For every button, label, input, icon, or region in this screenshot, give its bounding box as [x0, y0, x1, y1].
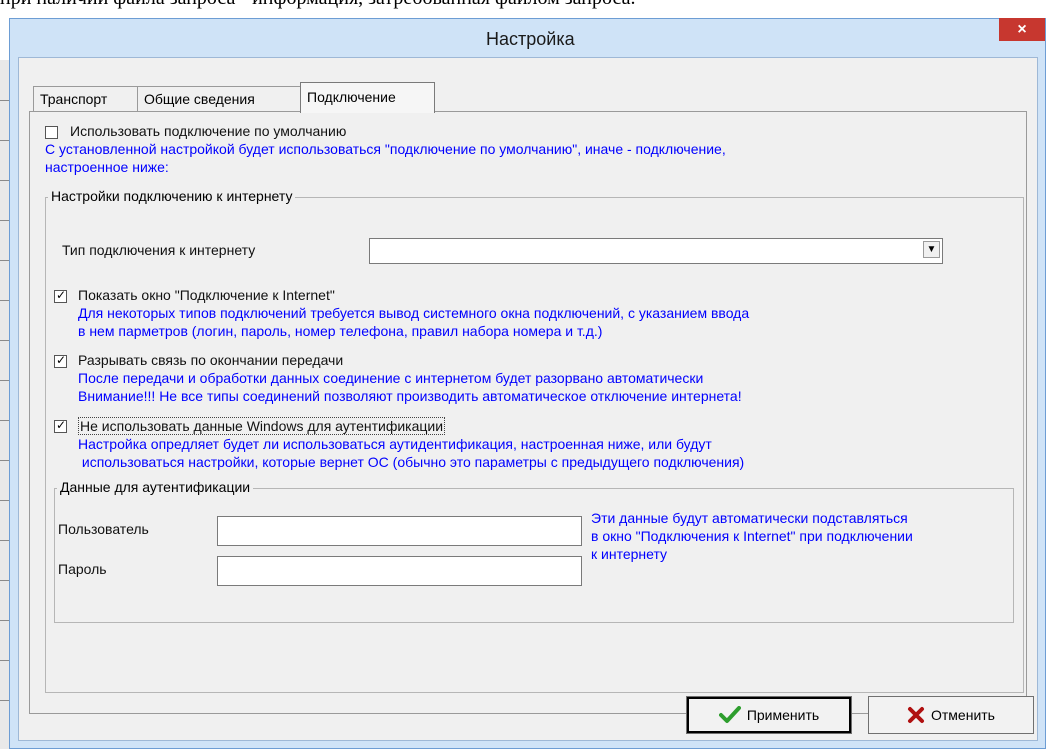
close-icon: × — [1017, 20, 1027, 38]
default-connection-hint-2: настроенное ниже: — [45, 159, 169, 175]
tab-connection-label: Подключение — [307, 89, 396, 105]
dialog-title: Настройка — [486, 29, 575, 49]
connection-type-select[interactable]: ▼ — [369, 238, 943, 264]
password-input[interactable] — [217, 556, 582, 586]
show-connection-window-hint-2: в нем парметров (логин, пароль, номер те… — [78, 323, 603, 339]
chevron-down-icon[interactable]: ▼ — [923, 241, 940, 258]
background-document-text: при наличии файла запроса - информация, … — [0, 0, 636, 10]
no-windows-auth-hint-1: Настройка опредляет будет ли использоват… — [78, 436, 712, 452]
internet-settings-group-title: Настройки подключению к интернету — [48, 188, 296, 204]
show-connection-window-checkbox[interactable]: ✓ — [54, 288, 67, 303]
disconnect-after-transfer-hint-1: После передачи и обработки данных соедин… — [78, 370, 704, 386]
user-input[interactable] — [217, 516, 582, 546]
checkmark-icon: ✓ — [56, 418, 67, 432]
cancel-button-label: Отменить — [931, 707, 995, 723]
no-windows-auth-label: Не использовать данные Windows для аутен… — [78, 417, 446, 435]
disconnect-after-transfer-hint-2: Внимание!!! Не все типы соединений позво… — [78, 388, 742, 404]
tab-page-connection: Использовать подключение по умолчанию С … — [29, 111, 1027, 714]
no-windows-auth-checkbox[interactable]: ✓ — [54, 418, 67, 433]
auth-data-group-title: Данные для аутентификации — [57, 479, 254, 495]
settings-dialog: Настройка × Транспорт Общие сведения Под… — [9, 18, 1046, 749]
auth-note-1: Эти данные будут автоматически подставля… — [591, 510, 908, 526]
cross-icon — [908, 707, 924, 723]
default-connection-checkbox[interactable] — [45, 126, 58, 139]
tab-general-label: Общие сведения — [144, 91, 255, 107]
tab-transport-label: Транспорт — [40, 91, 108, 107]
apply-button-label: Применить — [746, 707, 820, 723]
show-connection-window-hint-1: Для некоторых типов подключений требуетс… — [78, 305, 750, 321]
show-connection-window-label: Показать окно "Подключение к Internet" — [78, 287, 335, 303]
close-button[interactable]: × — [999, 18, 1045, 41]
checkmark-icon — [718, 706, 741, 723]
internet-settings-group: Настройки подключению к интернету Тип по… — [45, 188, 1024, 693]
auth-data-group: Данные для аутентификации Пользователь П… — [54, 479, 1014, 623]
disconnect-after-transfer-checkbox[interactable]: ✓ — [54, 353, 67, 368]
password-label: Пароль — [58, 561, 107, 577]
checkmark-icon: ✓ — [56, 353, 67, 367]
disconnect-after-transfer-label: Разрывать связь по окончании передачи — [78, 352, 344, 368]
tab-connection[interactable]: Подключение — [300, 82, 435, 113]
auth-note-2: в окно "Подключения к Internet" при подк… — [591, 528, 913, 544]
auth-note-3: к интернету — [591, 546, 668, 562]
no-windows-auth-hint-2: использоваться настройки, которые вернет… — [78, 454, 745, 470]
default-connection-hint-1: С установленной настройкой будет использ… — [45, 141, 726, 157]
tab-general[interactable]: Общие сведения — [137, 86, 301, 111]
dialog-client-area: Транспорт Общие сведения Подключение Исп… — [18, 57, 1038, 741]
user-label: Пользователь — [58, 521, 149, 537]
apply-button[interactable]: Применить — [686, 696, 852, 734]
default-connection-label: Использовать подключение по умолчанию — [70, 123, 347, 139]
checkmark-icon: ✓ — [56, 288, 67, 302]
tab-transport[interactable]: Транспорт — [33, 86, 138, 111]
connection-type-label: Тип подключения к интернету — [62, 242, 256, 258]
cancel-button[interactable]: Отменить — [868, 696, 1034, 734]
